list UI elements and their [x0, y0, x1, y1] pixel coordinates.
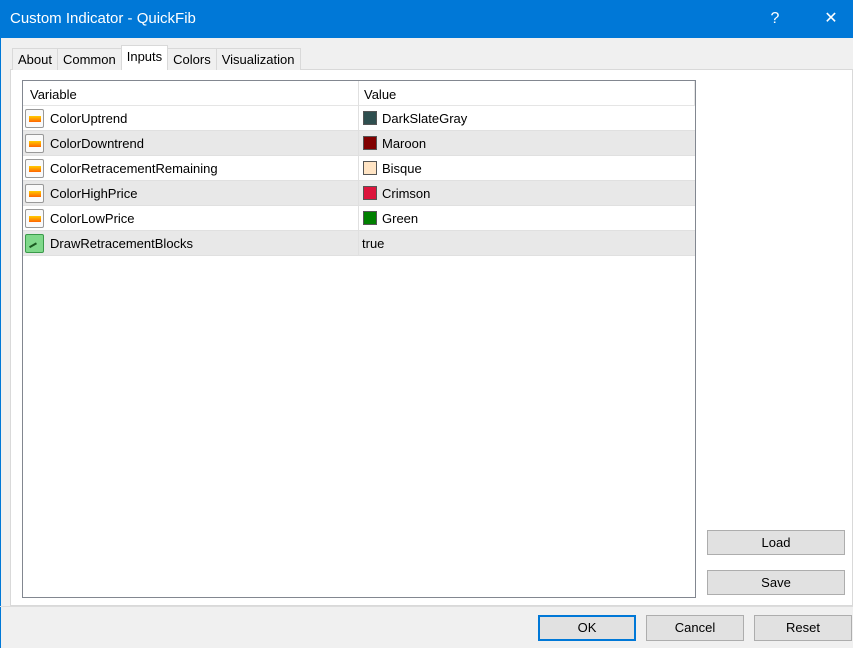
- tab-inputs[interactable]: Inputs: [120, 45, 169, 70]
- footer-divider: [0, 606, 853, 607]
- variable-value[interactable]: Maroon: [382, 136, 426, 151]
- color-swatch: [363, 111, 377, 125]
- variable-name: ColorRetracementRemaining: [50, 161, 218, 176]
- save-button[interactable]: Save: [707, 570, 845, 595]
- variable-name: ColorDowntrend: [50, 136, 144, 151]
- color-input-icon: [25, 184, 44, 203]
- variable-name: ColorUptrend: [50, 111, 128, 126]
- ok-button[interactable]: OK: [538, 615, 636, 641]
- color-swatch: [363, 186, 377, 200]
- reset-button[interactable]: Reset: [754, 615, 852, 641]
- grid-header: Variable Value: [23, 81, 695, 106]
- variable-name: ColorLowPrice: [50, 211, 135, 226]
- variable-name: ColorHighPrice: [50, 186, 138, 201]
- variable-name: DrawRetracementBlocks: [50, 236, 194, 251]
- color-input-icon: [25, 134, 44, 153]
- window-border: [0, 38, 1, 648]
- window-title: Custom Indicator - QuickFib: [10, 10, 196, 27]
- variable-value[interactable]: DarkSlateGray: [382, 111, 467, 126]
- color-swatch: [363, 211, 377, 225]
- color-input-icon: [25, 109, 44, 128]
- tab-about[interactable]: About: [12, 48, 58, 70]
- table-row[interactable]: DrawRetracementBlocks true: [23, 231, 695, 256]
- variable-value[interactable]: Bisque: [382, 161, 422, 176]
- column-divider[interactable]: [358, 81, 359, 256]
- cancel-button[interactable]: Cancel: [646, 615, 744, 641]
- table-row[interactable]: ColorRetracementRemaining Bisque: [23, 156, 695, 181]
- bool-input-icon: [25, 234, 44, 253]
- table-row[interactable]: ColorDowntrend Maroon: [23, 131, 695, 156]
- tab-colors[interactable]: Colors: [167, 48, 217, 70]
- load-button[interactable]: Load: [707, 530, 845, 555]
- help-button[interactable]: ?: [752, 0, 798, 38]
- table-row[interactable]: ColorUptrend DarkSlateGray: [23, 106, 695, 131]
- color-swatch: [363, 136, 377, 150]
- color-input-icon: [25, 159, 44, 178]
- color-input-icon: [25, 209, 44, 228]
- table-row[interactable]: ColorHighPrice Crimson: [23, 181, 695, 206]
- table-row[interactable]: ColorLowPrice Green: [23, 206, 695, 231]
- tab-bar: About Common Inputs Colors Visualization: [12, 45, 301, 70]
- variable-value[interactable]: true: [362, 236, 384, 251]
- tab-common[interactable]: Common: [56, 48, 122, 70]
- variable-value[interactable]: Crimson: [382, 186, 430, 201]
- tab-visualization[interactable]: Visualization: [215, 48, 301, 70]
- title-bar: Custom Indicator - QuickFib ? ✕: [0, 0, 853, 38]
- variable-value[interactable]: Green: [382, 211, 418, 226]
- inputs-grid: Variable Value ColorUptrend DarkSlateGra…: [22, 80, 696, 598]
- color-swatch: [363, 161, 377, 175]
- column-header-variable[interactable]: Variable: [30, 87, 77, 102]
- header-divider: [694, 81, 695, 106]
- close-button[interactable]: ✕: [808, 0, 853, 38]
- column-header-value[interactable]: Value: [364, 87, 396, 102]
